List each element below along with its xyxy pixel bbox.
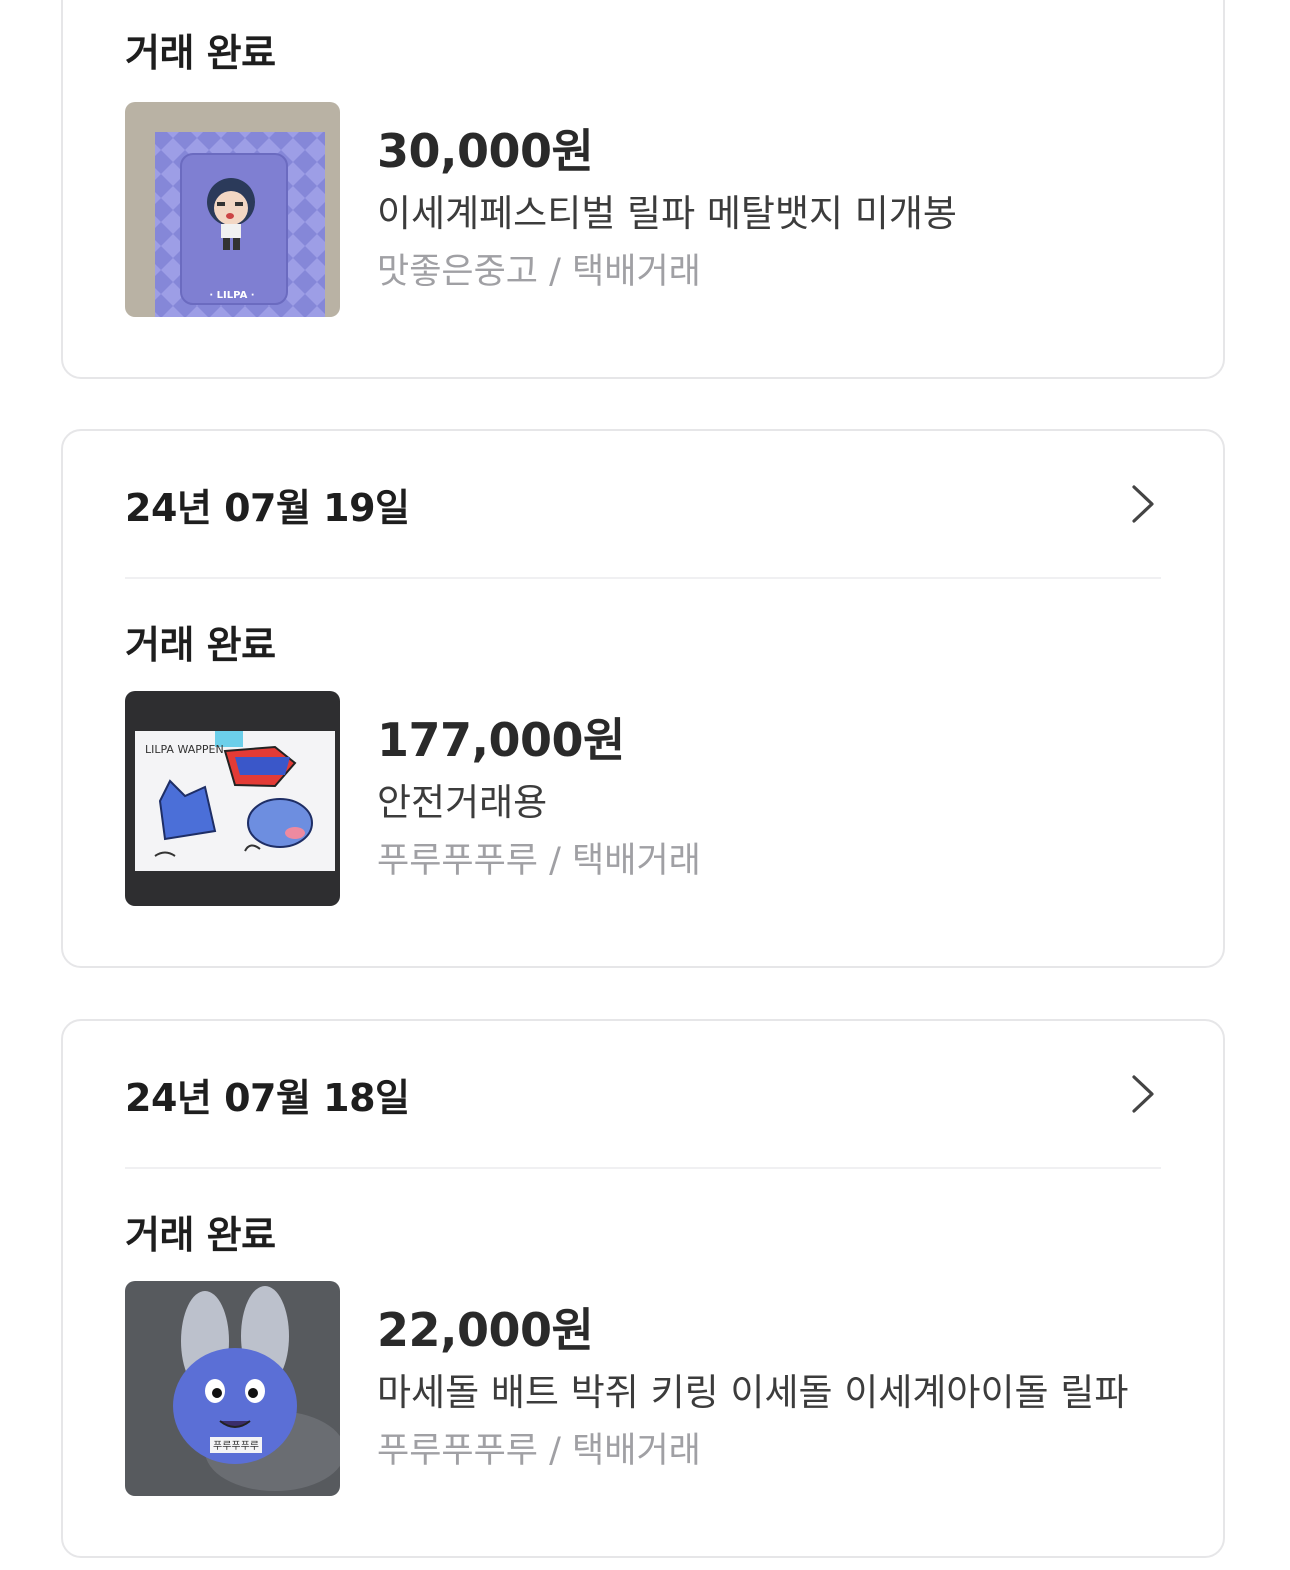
price: 22,000원	[377, 1303, 594, 1357]
seller-shipping: 푸루푸푸루 / 택배거래	[377, 1431, 701, 1471]
product-thumbnail[interactable]: LILPA WAPPEN	[125, 691, 340, 906]
sticker-label: LILPA WAPPEN	[145, 743, 224, 756]
transaction-date: 24년 07월 19일	[125, 485, 410, 530]
chevron-right-icon[interactable]	[1125, 1072, 1161, 1116]
keyring-tag: 푸루푸푸루	[213, 1440, 259, 1452]
transaction-info: 177,000원 안전거래용 푸루푸푸루 / 택배거래	[377, 711, 1183, 889]
badge-label: · LILPA ·	[209, 290, 254, 301]
transaction-card[interactable]: 24년 07월 18일 거래 완료 푸루푸푸루 22,000원 마세돌 배트 박…	[61, 1019, 1225, 1558]
badge-photo: · LILPA ·	[125, 102, 340, 317]
transaction-info: 22,000원 마세돌 배트 박쥐 키링 이세돌 이세계아이돌 릴파 푸루푸푸루…	[377, 1301, 1183, 1479]
product-title: 안전거래용	[377, 781, 548, 824]
transaction-status: 거래 완료	[125, 31, 276, 75]
chevron-right-icon[interactable]	[1125, 482, 1161, 526]
seller-shipping: 맛좋은중고 / 택배거래	[377, 252, 701, 292]
transaction-date: 24년 07월 18일	[125, 1075, 410, 1120]
seller-shipping: 푸루푸푸루 / 택배거래	[377, 841, 701, 881]
transaction-card[interactable]: 24년 07월 19일 거래 완료 LILPA WAPPEN 177,000원 …	[61, 429, 1225, 968]
product-title: 이세계페스티벌 릴파 메탈뱃지 미개봉	[377, 192, 957, 235]
keyring-photo: 푸루푸푸루	[125, 1281, 340, 1496]
transaction-status: 거래 완료	[125, 623, 276, 667]
transaction-date-row[interactable]: 24년 07월 18일	[125, 1021, 1161, 1169]
transaction-card[interactable]: 거래 완료 · LILPA · 30,000원 이세계페스티벌 릴파 메탈뱃지 …	[61, 0, 1225, 379]
transaction-info: 30,000원 이세계페스티벌 릴파 메탈뱃지 미개봉 맛좋은중고 / 택배거래	[377, 122, 1183, 300]
price: 177,000원	[377, 713, 625, 767]
transaction-status: 거래 완료	[125, 1213, 276, 1257]
product-thumbnail[interactable]: 푸루푸푸루	[125, 1281, 340, 1496]
product-thumbnail[interactable]: · LILPA ·	[125, 102, 340, 317]
transaction-date-row[interactable]: 24년 07월 19일	[125, 431, 1161, 579]
product-title: 마세돌 배트 박쥐 키링 이세돌 이세계아이돌 릴파	[377, 1371, 1129, 1414]
price: 30,000원	[377, 124, 594, 178]
sticker-photo: LILPA WAPPEN	[125, 691, 340, 906]
